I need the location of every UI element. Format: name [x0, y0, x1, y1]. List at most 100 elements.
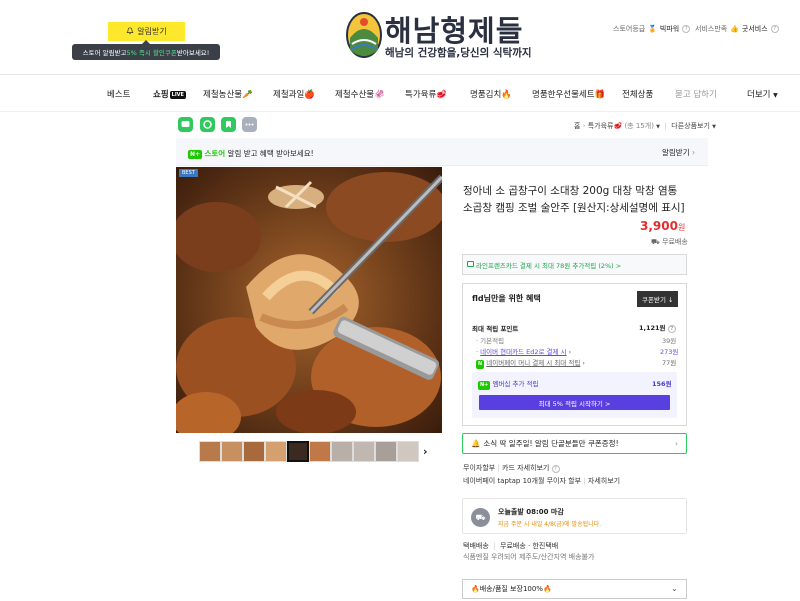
membership-start-button[interactable]: 최대 5% 적립 시작하기 > [479, 395, 670, 410]
product-price: 3,900원 [640, 219, 685, 233]
naver-plus-badge: N+ [188, 150, 203, 159]
service-grade: 서비스만족 👍 굿서비스 ? [695, 24, 779, 34]
price-value: 3,900 [640, 219, 678, 233]
thumbnail-strip [199, 441, 419, 463]
points-row-npay-value: 77원 [662, 359, 677, 367]
points-row-label: 네이버페이 머니 결제 시 최대 적립 [486, 359, 581, 367]
store-grade-label: 스토어등급 [613, 25, 646, 33]
taptap-row: 네이버페이 taptap 10개월 무이자 할부 | 자세히보기 [463, 477, 621, 485]
store-bar-alarm-button[interactable]: 알림받기 › [662, 147, 695, 158]
points-row-basic-value: 39원 [662, 337, 677, 345]
store-alarm-button[interactable]: 알림받기 [108, 22, 185, 41]
chevron-right-icon: › [568, 348, 572, 356]
product-thumbnail[interactable] [265, 441, 287, 462]
membership-label: N+ 멤버십 추가 적립 [478, 378, 538, 390]
breadcrumb: 홈 › 특가육류🥩 (총 15개) ▼ | 다른상품보기 ▼ [574, 122, 717, 130]
max-points-value: 1,121원 ? [639, 322, 676, 333]
chevron-down-icon: ▼ [712, 124, 717, 130]
max-points-amount: 1,121원 [639, 324, 666, 332]
points-row-card-value: 273원 [660, 348, 679, 356]
shipping-method-label: 택배배송 [463, 542, 489, 550]
store-logo[interactable]: 해남형제들 해남의 건강함을,당신의 식탁까지 [344, 8, 544, 64]
price-unit: 원 [677, 223, 686, 232]
nav-more-button[interactable]: 더보기 ▼ [747, 88, 778, 100]
product-thumbnail[interactable] [331, 441, 353, 462]
coupon-button-label: 쿠폰받기 [642, 296, 666, 304]
points-row-label: 네이버 현대카드 Ed2로 결제 시 [480, 348, 567, 356]
today-dispatch-box: ⛟ 오늘출발 08:00 마감 지금 주문 시 내일 4/8(금)에 발송됩니다… [462, 498, 687, 534]
nav-item-fruit[interactable]: 제철과일🍎 [273, 88, 315, 100]
nav-item-meat[interactable]: 특가육류🥩 [405, 88, 447, 100]
help-icon[interactable]: ? [667, 325, 676, 333]
service-grade-label: 서비스만족 [695, 25, 728, 33]
points-row-npay-label[interactable]: N 네이버페이 머니 결제 시 최대 적립 › [476, 357, 585, 369]
shipping-method-value: 무료배송 · 한진택배 [500, 542, 559, 550]
product-thumbnail[interactable] [309, 441, 331, 462]
help-icon[interactable]: ? [770, 25, 779, 33]
store-header: 알림받기 스토어 알림받고 5% 즉시 할인쿠폰 받아보세요! 해남형제들 해남… [0, 0, 800, 75]
live-badge: LIVE [169, 90, 186, 99]
breadcrumb-home[interactable]: 홈 [574, 122, 580, 130]
naver-plus-icon: N+ [478, 381, 491, 390]
points-row-card-label[interactable]: · 네이버 현대카드 Ed2로 결제 시 › [476, 346, 571, 356]
chevron-down-icon: ⌄ [671, 584, 678, 593]
option-select[interactable]: 🔥배송/품질 보장100%🔥 ⌄ [462, 579, 687, 599]
tooltip-text: 스토어 알림받고 [82, 49, 127, 57]
card-benefit-banner[interactable]: 라인프렌즈카드 결제 시 최대 78원 추가적립 (2%) > [462, 254, 687, 275]
dispatch-subtitle: 지금 주문 시 내일 4/8(금)에 발송됩니다. [498, 521, 602, 528]
nav-item-all-products[interactable]: 전체상품 [622, 88, 653, 100]
grade-medal-icon: 🏅 [648, 25, 657, 33]
more-share-icon[interactable] [242, 117, 257, 132]
breadcrumb-count: (총 15개) [624, 122, 654, 130]
download-icon: ↓ [668, 296, 674, 304]
breadcrumb-category[interactable]: 특가육류🥩 [588, 122, 622, 130]
bookmark-icon[interactable] [221, 117, 236, 132]
best-badge: BEST [179, 169, 198, 177]
help-icon[interactable]: ? [682, 25, 691, 33]
points-row-label: 기본적립 [480, 337, 505, 345]
product-thumbnail[interactable] [397, 441, 419, 462]
coupon-banner[interactable]: 🔔 소식 딱 일주일! 알림 단골분들만 쿠폰증정! › [462, 433, 687, 454]
coupon-download-button[interactable]: 쿠폰받기 ↓ [637, 291, 679, 307]
tooltip-highlight: 5% 즉시 할인쿠폰 [126, 49, 177, 57]
product-photo [176, 167, 442, 433]
nav-item-kimchi[interactable]: 명품김치🔥 [470, 88, 512, 100]
logo-title: 해남형제들 [385, 14, 524, 48]
product-thumbnail[interactable] [199, 441, 221, 462]
card-detail-link[interactable]: 카드 자세히보기 [502, 464, 549, 472]
product-thumbnail[interactable] [243, 441, 265, 462]
points-row-basic-label: · 기본적립 [476, 337, 505, 345]
product-thumbnail[interactable] [375, 441, 397, 462]
share-talk-icon[interactable] [178, 117, 193, 132]
benefit-box: fld님만을 위한 혜택 쿠폰받기 ↓ 최대 적립 포인트 1,121원 ? ·… [462, 283, 687, 426]
nav-item-shopping-live[interactable]: 쇼핑 LIVE [153, 88, 186, 100]
nav-item-gift-set[interactable]: 명품한우선물세트🎁 [532, 88, 605, 100]
nav-more-label: 더보기 [747, 90, 771, 100]
nav-item-seafood[interactable]: 제철수산물🦑 [335, 88, 385, 100]
product-thumbnail[interactable] [353, 441, 375, 462]
thumbnail-next-icon[interactable]: › [423, 445, 428, 458]
other-products-link[interactable]: 다른상품보기 [671, 122, 710, 130]
bell-icon [126, 26, 134, 37]
shipping-note: 식품멘질 우려되어 제주도/산간지역 배송불가 [463, 553, 595, 561]
membership-label-text: 멤버십 추가 적립 [492, 380, 539, 388]
nav-item-best[interactable]: 베스트 [107, 88, 130, 100]
product-image[interactable]: BEST [176, 167, 442, 433]
store-grade-value: 빅파워 [659, 25, 680, 33]
dispatch-title: 오늘출발 08:00 마감 [498, 508, 564, 516]
product-thumbnail[interactable] [221, 441, 243, 462]
store-grade: 스토어등급 🏅 빅파워 ? [613, 24, 691, 34]
nav-item-produce[interactable]: 제철농산물🥕 [203, 88, 253, 100]
membership-value: 156원 [652, 380, 672, 388]
share-band-icon[interactable] [200, 117, 215, 132]
coupon-banner-text: 소식 딱 일주일! 알림 단골분들만 쿠폰증정! [483, 439, 619, 448]
card-banner-text: 라인프렌즈카드 결제 시 최대 78원 추가적립 (2%) > [476, 261, 622, 270]
nav-item-qna[interactable]: 묻고 답하기 [675, 88, 717, 100]
logo-emblem-icon [346, 12, 382, 58]
chevron-right-icon: › [692, 148, 695, 157]
taptap-detail-link[interactable]: 자세히보기 [588, 477, 620, 485]
bell-icon: 🔔 [471, 439, 481, 448]
help-icon[interactable]: ? [551, 465, 560, 473]
truck-icon: ⛟ [471, 508, 490, 527]
product-thumbnail[interactable] [287, 441, 309, 462]
